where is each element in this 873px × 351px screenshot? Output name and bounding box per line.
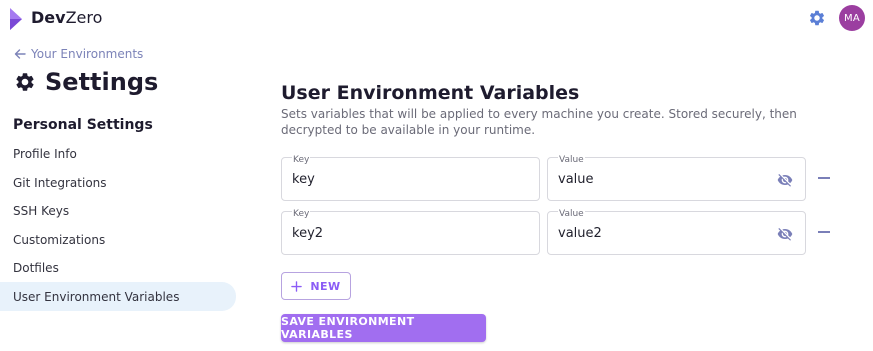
section-description: Sets variables that will be applied to e… xyxy=(281,107,797,137)
sidebar-item-label: Customizations xyxy=(13,232,106,247)
value-label: Value xyxy=(558,209,585,219)
new-variable-button[interactable]: NEW xyxy=(281,272,351,300)
brand-primary: Dev xyxy=(31,8,66,27)
back-link-label: Your Environments xyxy=(31,47,144,61)
env-value-field[interactable]: Value xyxy=(547,155,806,201)
env-value-input[interactable] xyxy=(558,226,758,241)
sidebar-item-ssh-keys[interactable]: SSH Keys xyxy=(0,196,236,225)
sidebar-item-profile-info[interactable]: Profile Info xyxy=(0,139,236,168)
section-heading: User Environment Variables xyxy=(281,82,580,104)
env-key-input[interactable] xyxy=(292,226,492,241)
top-bar: DevZero MA xyxy=(0,0,873,38)
brand-secondary: Zero xyxy=(65,8,103,27)
page-title-text: Settings xyxy=(45,68,159,96)
sidebar-item-label: User Environment Variables xyxy=(13,289,180,304)
new-button-label: NEW xyxy=(310,279,341,293)
sidebar-item-customizations[interactable]: Customizations xyxy=(0,225,236,254)
env-value-input[interactable] xyxy=(558,172,758,187)
key-label: Key xyxy=(292,155,311,165)
back-to-environments-link[interactable]: Your Environments xyxy=(14,47,143,61)
avatar[interactable]: MA xyxy=(839,5,865,31)
brand-name[interactable]: DevZero xyxy=(31,8,102,27)
sidebar-item-dotfiles[interactable]: Dotfiles xyxy=(0,253,236,282)
remove-variable-button[interactable] xyxy=(818,231,830,233)
env-key-field[interactable]: Key xyxy=(281,155,540,201)
sidebar-item-user-environment-variables[interactable]: User Environment Variables xyxy=(0,282,236,311)
gear-icon[interactable] xyxy=(808,9,826,27)
key-label: Key xyxy=(292,209,311,219)
sidebar-item-label: Dotfiles xyxy=(13,260,59,275)
env-key-input[interactable] xyxy=(292,172,492,187)
sidebar-item-label: SSH Keys xyxy=(13,203,70,218)
sidebar-item-label: Profile Info xyxy=(13,146,77,161)
devzero-logo-icon[interactable] xyxy=(8,7,24,31)
sidebar-item-git-integrations[interactable]: Git Integrations xyxy=(0,168,236,197)
gear-icon xyxy=(16,73,34,91)
page-title: Settings xyxy=(14,68,158,96)
env-key-field[interactable]: Key xyxy=(281,209,540,255)
remove-variable-button[interactable] xyxy=(818,177,830,179)
value-label: Value xyxy=(558,155,585,165)
env-value-field[interactable]: Value xyxy=(547,209,806,255)
plus-icon xyxy=(291,280,303,292)
eye-off-icon[interactable] xyxy=(777,172,793,188)
save-environment-variables-button[interactable]: SAVE ENVIRONMENT VARIABLES xyxy=(281,314,486,342)
eye-off-icon[interactable] xyxy=(777,226,793,242)
personal-settings-heading: Personal Settings xyxy=(13,117,153,133)
arrow-left-icon xyxy=(14,49,26,59)
sidebar-item-label: Git Integrations xyxy=(13,175,107,190)
